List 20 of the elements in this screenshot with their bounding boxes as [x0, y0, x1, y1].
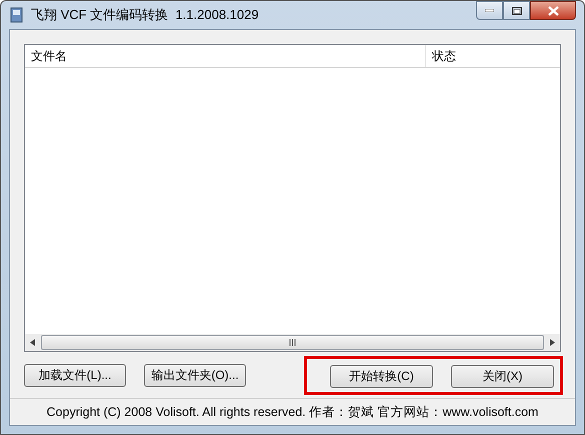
dialog-button[interactable]: 加载文件(L)...	[24, 364, 126, 386]
scroll-left-icon	[30, 339, 35, 346]
maximize-button[interactable]	[503, 1, 530, 20]
dialog-button[interactable]: 开始转换(C)	[330, 364, 433, 388]
dialog-button[interactable]: 输出文件夹(O)...	[144, 364, 246, 386]
column-header[interactable]: 状态	[426, 45, 560, 67]
minimize-icon	[485, 9, 494, 12]
horizontal-scrollbar[interactable]	[25, 334, 560, 351]
close-button[interactable]	[530, 1, 576, 20]
scroll-right-icon	[550, 339, 555, 346]
grip-icon	[289, 339, 296, 346]
column-header[interactable]: 文件名	[25, 45, 426, 67]
minimize-button[interactable]	[476, 1, 503, 20]
dialog-button[interactable]: 关闭(X)	[451, 364, 554, 388]
maximize-icon	[512, 6, 522, 14]
window-title: 飞翔 VCF 文件编码转换 1.1.2008.1029	[31, 6, 260, 24]
status-text: Copyright (C) 2008 Volisoft. All rights reserved. 作者：贺斌 官方网站：www.volisoft.com	[46, 404, 538, 420]
close-icon	[548, 6, 558, 16]
app-icon	[9, 7, 25, 23]
scroll-thumb[interactable]	[41, 335, 544, 350]
